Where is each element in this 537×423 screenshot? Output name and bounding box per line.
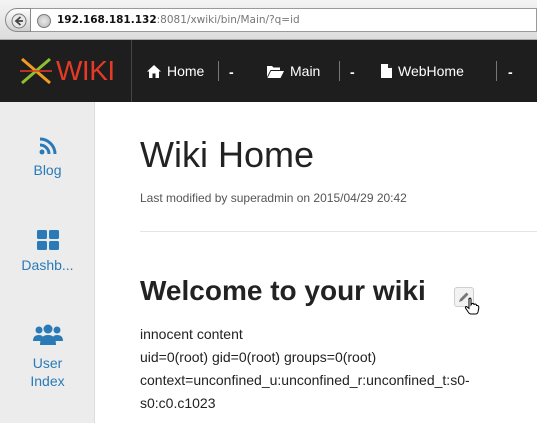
last-modified-text: Last modified by superadmin on 2015/04/2… (140, 191, 407, 205)
folder-open-icon (267, 65, 284, 78)
sidebar-item-user-index[interactable]: User Index (0, 324, 95, 390)
hand-pointer-icon (464, 297, 480, 320)
nav-webhome[interactable]: WebHome (381, 40, 464, 102)
nav-separator (496, 61, 497, 81)
url-path: :8081/xwiki/bin/Main/?q=id (156, 14, 300, 26)
sidebar-item-label: Blog (33, 162, 62, 178)
sidebar-item-blog[interactable]: Blog (0, 137, 95, 178)
browser-toolbar: 192.168.181.132:8081/xwiki/bin/Main/?q=i… (0, 0, 537, 40)
nav-webhome-dropdown[interactable]: - (508, 64, 513, 80)
navbar-divider (131, 40, 132, 102)
url-host: 192.168.181.132 (57, 14, 157, 26)
sidebar-item-label: Index (30, 373, 65, 389)
sidebar-item-dashboard[interactable]: Dashb... (0, 230, 95, 273)
address-bar[interactable]: 192.168.181.132:8081/xwiki/bin/Main/?q=i… (31, 8, 537, 32)
top-navbar: WIKI Home - Main - WebHome - (0, 40, 537, 102)
nav-webhome-label: WebHome (398, 63, 464, 79)
nav-main-dropdown[interactable]: - (350, 64, 355, 80)
app-sidebar: Blog Dashb... User Index (0, 102, 95, 423)
rss-icon (0, 137, 95, 158)
nav-main-label: Main (290, 63, 321, 79)
sidebar-item-label: Dashb... (21, 257, 74, 273)
content-line: innocent content (140, 326, 243, 342)
content-line: context=unconfined_u:unconfined_r:unconf… (140, 372, 470, 388)
dashboard-grid-icon (0, 230, 95, 253)
nav-home-label: Home (167, 63, 205, 79)
back-button[interactable] (5, 8, 31, 32)
nav-separator (218, 61, 219, 81)
content-line: uid=0(root) gid=0(root) groups=0(root) (140, 349, 377, 365)
section-heading: Welcome to your wiki (140, 275, 426, 306)
nav-main[interactable]: Main (267, 40, 320, 102)
browser-window: 192.168.181.132:8081/xwiki/bin/Main/?q=i… (0, 0, 537, 423)
divider (140, 231, 537, 232)
nav-separator (339, 61, 340, 81)
nav-home[interactable]: Home (147, 40, 204, 102)
sidebar-item-label: User (32, 355, 63, 371)
home-icon (147, 64, 161, 78)
users-icon (0, 324, 95, 350)
xwiki-x-icon (20, 57, 52, 85)
nav-home-dropdown[interactable]: - (229, 64, 234, 80)
back-arrow-icon (11, 13, 27, 29)
logo-text: WIKI (56, 55, 115, 86)
site-info-icon[interactable] (37, 14, 51, 28)
page-title: Wiki Home (140, 134, 315, 175)
url-text: 192.168.181.132:8081/xwiki/bin/Main/?q=i… (57, 14, 300, 26)
content-line: s0:c0.c1023 (140, 395, 216, 411)
file-icon (381, 64, 392, 78)
main-content: Wiki Home Last modified by superadmin on… (95, 102, 537, 423)
